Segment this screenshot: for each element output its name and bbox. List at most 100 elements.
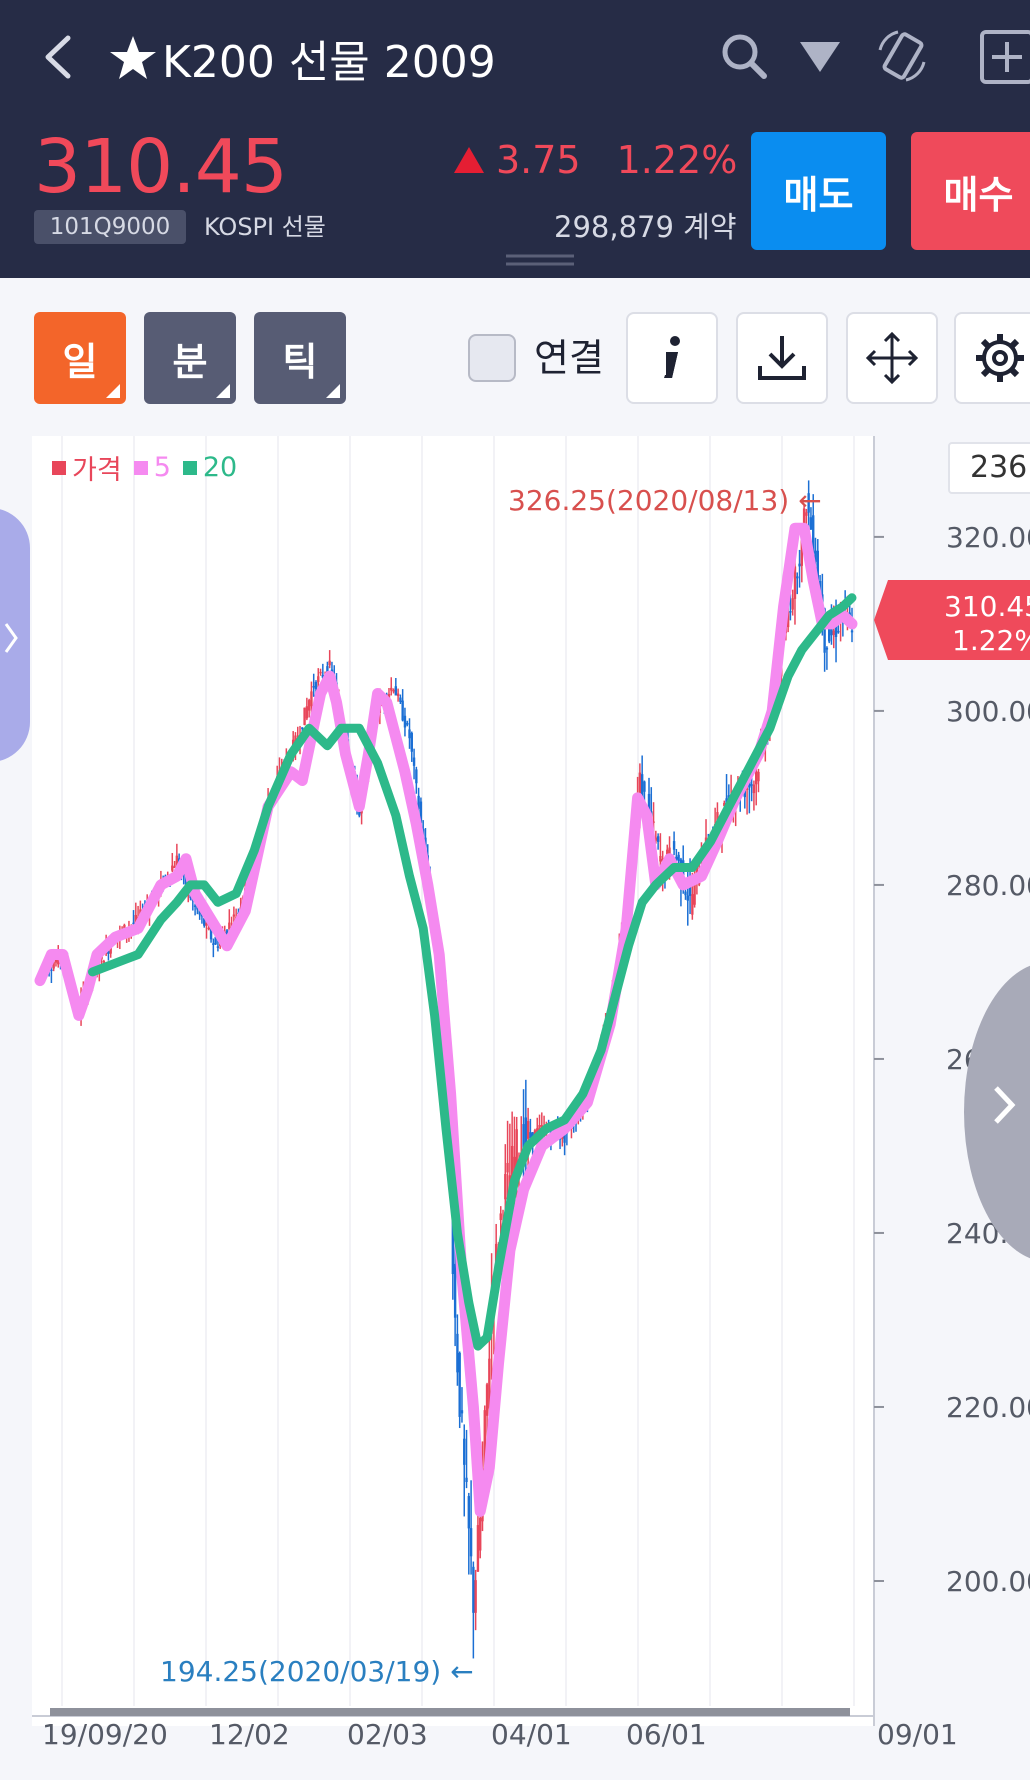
candle-body	[463, 1438, 466, 1465]
candle-body	[460, 1410, 464, 1414]
corner-mark-icon	[216, 384, 230, 398]
candle-body	[328, 660, 331, 666]
candle-body	[392, 690, 395, 692]
legend-ma5: 5	[153, 452, 171, 483]
legend-price: 가격	[72, 455, 122, 486]
candle-body	[677, 854, 680, 861]
candle-body	[467, 1496, 471, 1529]
candle-body	[216, 946, 220, 948]
move-button[interactable]	[846, 312, 938, 404]
candle-body	[399, 697, 402, 702]
volume-text: 298,879 계약	[554, 210, 737, 244]
candle-body	[193, 905, 197, 907]
drag-handle-icon[interactable]	[506, 254, 574, 266]
header-bar: K200 선물 2009 310.45 101Q9000 KOSPI 선물 3.…	[0, 0, 1030, 278]
settings-icon	[976, 334, 1024, 382]
candle-body	[312, 686, 315, 688]
candle-body	[102, 960, 106, 963]
corner-mark-icon	[326, 384, 340, 398]
candle-body	[394, 686, 398, 696]
candle-body	[472, 1566, 475, 1613]
candle-body	[408, 729, 411, 739]
candle-body	[314, 681, 318, 690]
triangle-up-icon	[454, 147, 484, 173]
price-change: 3.75 1.22%	[454, 138, 737, 182]
chart-legend: 가격 5 20	[46, 448, 237, 487]
candle-body	[825, 647, 829, 650]
x-tick-label: 09/01	[877, 1718, 958, 1751]
chart-toolbar: 일 분 틱 연결	[0, 278, 1030, 428]
legend-swatch-price	[52, 460, 66, 475]
rotate-icon[interactable]	[872, 26, 932, 86]
dropdown-icon[interactable]	[790, 26, 850, 86]
candle-body	[305, 706, 309, 719]
connect-checkbox[interactable]	[468, 334, 516, 382]
star-icon[interactable]	[108, 33, 158, 83]
candle-body	[752, 784, 756, 794]
x-tick-label: 06/01	[626, 1718, 707, 1751]
period-day-button[interactable]: 일	[34, 312, 126, 404]
download-icon	[758, 336, 806, 380]
candle-body	[837, 630, 840, 633]
x-tick-label: 19/09/20	[42, 1718, 168, 1751]
chevron-right-icon[interactable]	[2, 618, 22, 658]
chart-area[interactable]: 200.00220.00240.00260.00280.00300.00320.…	[0, 428, 1030, 1780]
candle-body	[307, 700, 311, 711]
legend-ma20: 20	[202, 452, 238, 483]
candle-body	[656, 836, 660, 842]
candle-body	[212, 943, 215, 945]
candle-body	[415, 769, 418, 784]
period-minute-button[interactable]: 분	[144, 312, 236, 404]
sell-button[interactable]: 매도	[751, 132, 886, 250]
candle-body	[798, 563, 801, 567]
info-button[interactable]	[626, 312, 718, 404]
candle-body	[643, 781, 646, 792]
back-icon[interactable]	[34, 30, 82, 84]
candle-body	[410, 732, 413, 752]
search-icon[interactable]	[714, 26, 774, 86]
candle-body	[301, 727, 304, 729]
chevron-right-icon[interactable]	[990, 1080, 1020, 1130]
candle-body	[499, 1213, 502, 1221]
candle-body	[755, 771, 758, 785]
candle-body	[401, 700, 404, 721]
settings-button[interactable]	[954, 312, 1030, 404]
move-icon	[865, 331, 919, 385]
price-chart[interactable]: 200.00220.00240.00260.00280.00300.00320.…	[0, 428, 1030, 1780]
candle-body	[832, 630, 835, 635]
candle-body	[479, 1517, 482, 1551]
candle-body	[686, 895, 689, 901]
candle-body	[526, 1121, 530, 1139]
candle-body	[310, 691, 313, 707]
period-day-label: 일	[62, 341, 98, 384]
candle-body	[691, 894, 694, 915]
candle-body	[504, 1174, 507, 1200]
candle-body	[506, 1162, 509, 1173]
period-tick-button[interactable]: 틱	[254, 312, 346, 404]
candle-body	[809, 517, 813, 530]
candle-body	[319, 671, 322, 674]
candle-body	[476, 1525, 480, 1572]
candle-body	[453, 1263, 457, 1318]
candle-body	[465, 1477, 468, 1483]
candle-body	[791, 598, 794, 610]
change-value: 3.75	[496, 138, 581, 182]
change-percent: 1.22%	[616, 138, 738, 182]
current-price: 310.45	[34, 124, 288, 210]
candle-body	[396, 693, 400, 697]
candle-body	[412, 757, 416, 766]
candle-body	[403, 715, 407, 728]
buy-button[interactable]: 매수	[911, 132, 1030, 250]
add-icon[interactable]	[978, 26, 1030, 86]
title-group[interactable]: K200 선물 2009	[108, 28, 496, 88]
candle-body	[232, 914, 236, 917]
visible-count-input[interactable]: 236	[948, 442, 1030, 494]
low-annotation: 194.25(2020/03/19) ←	[160, 1655, 474, 1688]
corner-mark-icon	[106, 384, 120, 398]
scrollbar-thumb	[50, 1708, 850, 1716]
candle-body	[390, 687, 393, 691]
download-button[interactable]	[736, 312, 828, 404]
current-price-label: 310.45	[944, 590, 1030, 623]
y-tick-label: 300.00	[946, 695, 1030, 728]
y-tick-label: 220.00	[946, 1391, 1030, 1424]
